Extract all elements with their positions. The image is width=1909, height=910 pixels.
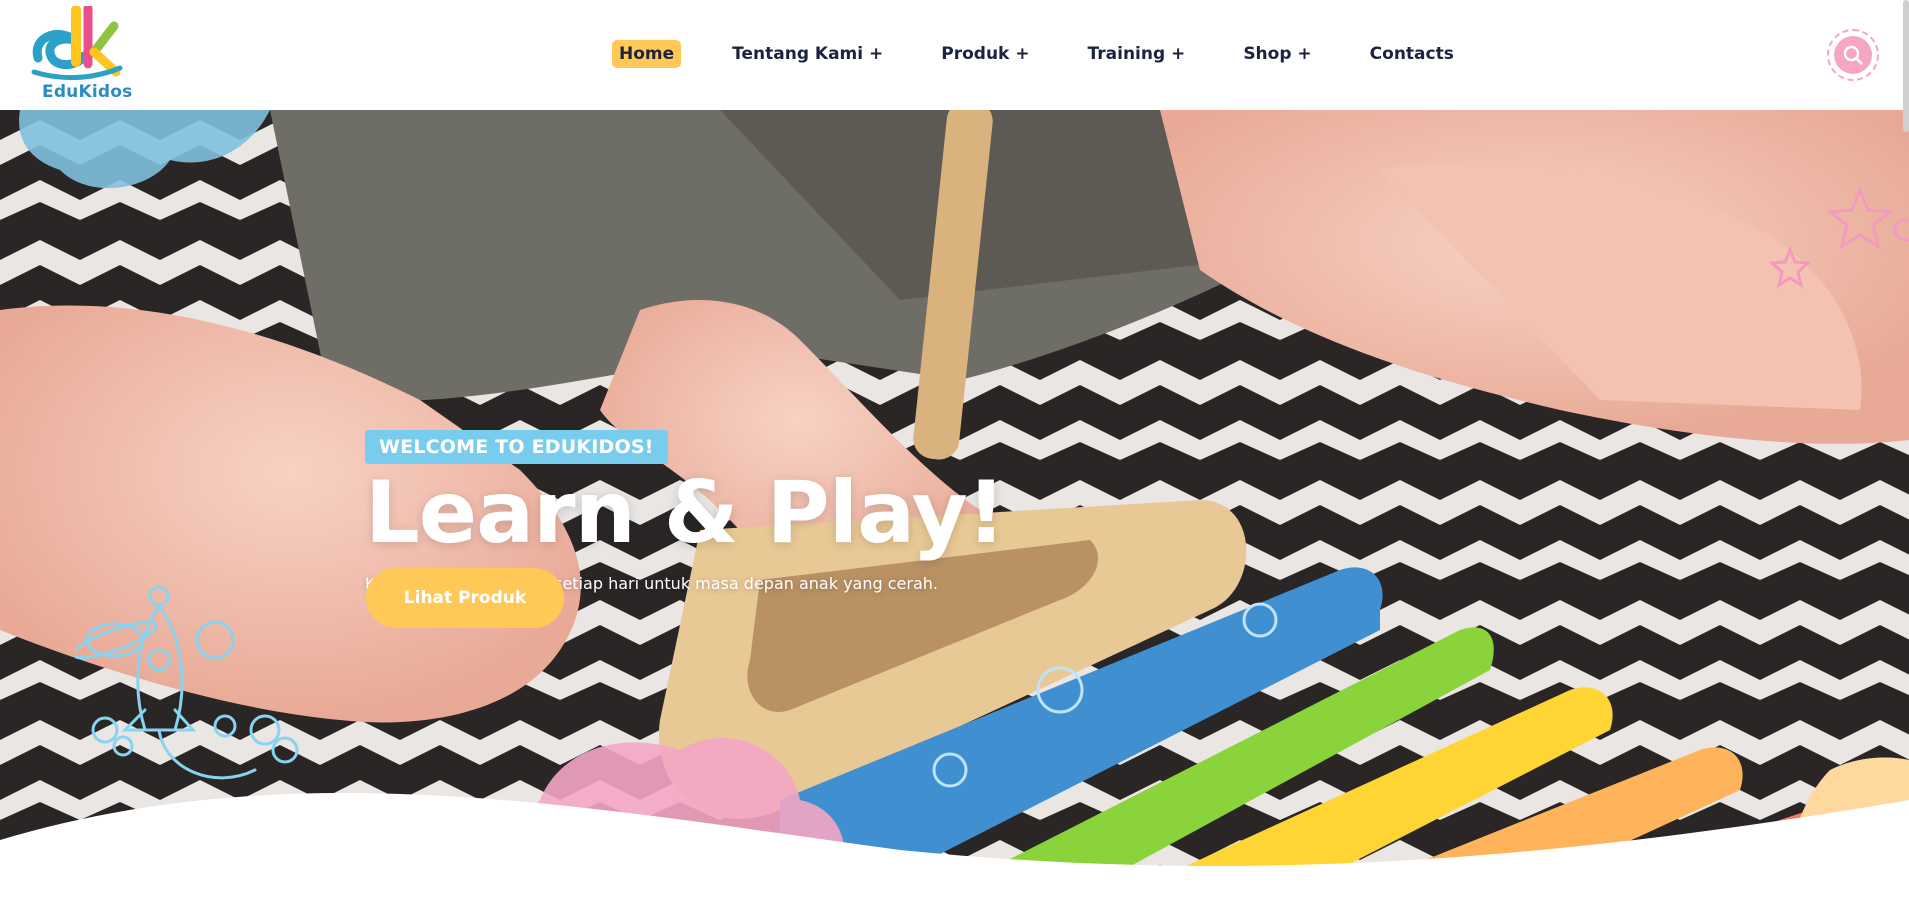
search-button[interactable] [1827, 29, 1879, 81]
nav-item-shop[interactable]: Shop + [1236, 40, 1318, 68]
nav-item-home[interactable]: Home [612, 40, 682, 68]
site-header: EduKidos Home Tentang Kami + Produk + Tr… [0, 0, 1909, 110]
nav-item-produk[interactable]: Produk + [934, 40, 1036, 68]
search-icon [1834, 36, 1872, 74]
hero-title: Learn & Play! [365, 463, 1006, 563]
hero-section: WELCOME TO EDUKIDOS! Learn & Play! Kami … [0, 110, 1909, 910]
logo-mark-icon [31, 3, 123, 81]
main-nav: Home Tentang Kami + Produk + Training + … [612, 40, 1505, 68]
welcome-badge: WELCOME TO EDUKIDOS! [365, 430, 668, 464]
nav-item-tentang-kami[interactable]: Tentang Kami + [725, 40, 890, 68]
logo-text: EduKidos [42, 82, 133, 102]
page-scrollbar[interactable] [1903, 0, 1909, 132]
edukidos-logo[interactable]: EduKidos [30, 3, 140, 104]
nav-item-training[interactable]: Training + [1081, 40, 1193, 68]
lihat-produk-button[interactable]: Lihat Produk [366, 568, 564, 628]
nav-item-contacts[interactable]: Contacts [1363, 40, 1461, 68]
